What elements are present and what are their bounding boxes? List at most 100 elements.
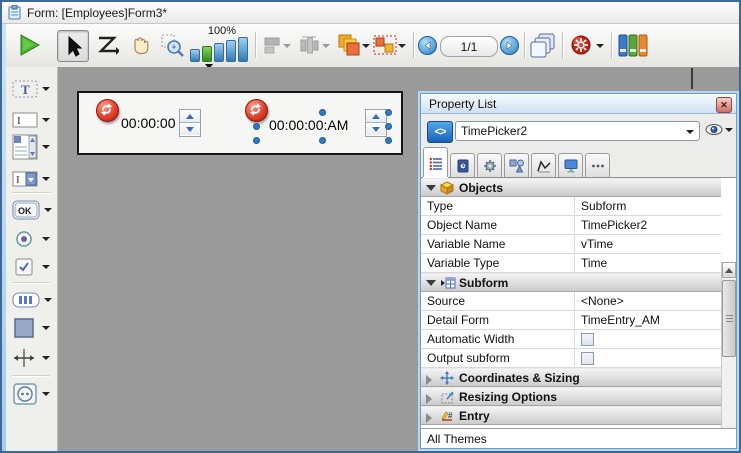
stepper-down-button[interactable]: [180, 123, 200, 135]
tool-plugin-area[interactable]: [12, 382, 56, 406]
property-row-automatic-width[interactable]: Automatic Width: [421, 330, 721, 349]
tool-check-box[interactable]: [12, 255, 56, 279]
selection-handle[interactable]: [253, 137, 260, 144]
zoom-bar-800[interactable]: [238, 37, 248, 62]
tool-button[interactable]: OK: [12, 198, 56, 222]
form-pages-button[interactable]: [528, 30, 558, 60]
tool-combo-box[interactable]: I: [12, 167, 56, 191]
selection-handle[interactable]: [319, 137, 326, 144]
property-value[interactable]: vTime: [581, 237, 613, 251]
previous-page-button[interactable]: [416, 30, 438, 60]
zoom-scale-widget[interactable]: 100%: [190, 27, 250, 65]
tab-events[interactable]: [531, 153, 556, 177]
automatic-width-checkbox[interactable]: [581, 333, 594, 346]
move-tool-button[interactable]: [125, 30, 155, 60]
form-area[interactable]: 00:00:00 00:00:00:AM: [77, 91, 403, 155]
expand-triangle-icon[interactable]: [426, 375, 432, 385]
tab-more[interactable]: [585, 153, 610, 177]
tool-static-text[interactable]: T: [12, 77, 56, 101]
collapse-triangle-icon[interactable]: [426, 185, 436, 191]
tab-book[interactable]: [450, 153, 475, 177]
tool-button-grid[interactable]: [12, 288, 56, 312]
tab-display[interactable]: [558, 153, 583, 177]
view-options-caret[interactable]: [725, 128, 733, 132]
expand-triangle-icon[interactable]: [426, 413, 432, 423]
scroll-up-button[interactable]: [722, 262, 736, 278]
group-dropdown-caret[interactable]: [398, 44, 406, 48]
entry-order-tool-button[interactable]: [92, 30, 122, 60]
property-row-object-name[interactable]: Object Name TimePicker2: [421, 216, 721, 235]
level-dropdown-caret[interactable]: [362, 44, 370, 48]
selection-handle[interactable]: [253, 123, 260, 130]
property-value[interactable]: Time: [581, 256, 607, 270]
tool-input[interactable]: I: [12, 108, 56, 132]
property-row-type[interactable]: Type Subform: [421, 197, 721, 216]
property-value[interactable]: Subform: [581, 199, 626, 213]
property-row-variable-type[interactable]: Variable Type Time: [421, 254, 721, 273]
page-counter-field[interactable]: 1/1: [440, 36, 498, 57]
tool-radio-button[interactable]: [12, 227, 56, 251]
tool-dropdown-caret[interactable]: [42, 145, 50, 149]
timepicker1-value[interactable]: 00:00:00: [121, 115, 176, 131]
timepicker2-stepper[interactable]: [365, 109, 387, 137]
library-button[interactable]: [615, 30, 651, 60]
timepicker1-stepper[interactable]: [179, 109, 201, 137]
property-row-source[interactable]: Source <None>: [421, 292, 721, 311]
property-value[interactable]: <None>: [581, 294, 624, 308]
zoom-bar-50[interactable]: [190, 49, 200, 62]
tab-objects[interactable]: [504, 153, 529, 177]
execute-form-button[interactable]: [14, 30, 44, 60]
zoom-bar-200[interactable]: [214, 43, 224, 62]
zoom-bar-400[interactable]: [226, 40, 236, 62]
property-scrollbar[interactable]: [721, 262, 736, 428]
object-navigate-button[interactable]: <>: [427, 121, 453, 143]
tool-dropdown-caret[interactable]: [42, 87, 50, 91]
section-header-objects[interactable]: Objects: [421, 178, 721, 197]
tool-list-box[interactable]: [12, 133, 56, 161]
collapse-triangle-icon[interactable]: [426, 280, 436, 286]
next-page-button[interactable]: [498, 30, 520, 60]
property-row-output-subform[interactable]: Output subform: [421, 349, 721, 368]
combo-dropdown-caret[interactable]: [686, 130, 694, 134]
tool-dropdown-caret[interactable]: [42, 356, 50, 360]
selection-handle[interactable]: [385, 123, 392, 130]
subform-badge-icon[interactable]: [96, 99, 119, 122]
selection-handle[interactable]: [385, 137, 392, 144]
tool-dropdown-caret[interactable]: [42, 392, 50, 396]
section-header-coordinates[interactable]: Coordinates & Sizing: [421, 368, 721, 387]
selection-handle[interactable]: [385, 109, 392, 116]
property-list-titlebar[interactable]: Property List ✕: [421, 94, 736, 114]
stepper-up-button[interactable]: [180, 110, 200, 123]
property-row-variable-name[interactable]: Variable Name vTime: [421, 235, 721, 254]
section-header-subform[interactable]: Subform: [421, 273, 721, 292]
selection-handle[interactable]: [319, 109, 326, 116]
tool-rectangle[interactable]: [12, 316, 56, 340]
timepicker2-value[interactable]: 00:00:00:AM: [269, 117, 348, 133]
tool-dropdown-caret[interactable]: [42, 237, 50, 241]
object-method-dropdown-caret[interactable]: [596, 44, 604, 48]
property-row-detail-form[interactable]: Detail Form TimeEntry_AM: [421, 311, 721, 330]
group-button[interactable]: [370, 30, 400, 60]
stepper-up-button[interactable]: [366, 110, 386, 123]
tool-dropdown-caret[interactable]: [42, 177, 50, 181]
theme-filter-bar[interactable]: All Themes: [421, 428, 736, 448]
tool-splitter[interactable]: [12, 346, 56, 370]
zoom-scale-bars[interactable]: [190, 37, 248, 62]
section-header-entry[interactable]: # Entry: [421, 406, 721, 425]
zoom-bar-100[interactable]: [202, 46, 212, 62]
output-subform-checkbox[interactable]: [581, 352, 594, 365]
property-value[interactable]: TimeEntry_AM: [581, 313, 660, 327]
tab-properties[interactable]: [423, 147, 448, 177]
tool-dropdown-caret[interactable]: [42, 265, 50, 269]
tool-dropdown-caret[interactable]: [42, 118, 50, 122]
view-options-button[interactable]: [705, 123, 733, 139]
level-button[interactable]: [333, 30, 363, 60]
object-method-button[interactable]: [566, 30, 596, 60]
tool-dropdown-caret[interactable]: [42, 326, 50, 330]
subform-badge-icon[interactable]: [245, 99, 268, 122]
tool-dropdown-caret[interactable]: [44, 208, 52, 212]
close-button[interactable]: ✕: [716, 97, 732, 113]
zoom-tool-button[interactable]: [157, 30, 187, 60]
stepper-down-button[interactable]: [366, 123, 386, 135]
tab-settings[interactable]: [477, 153, 502, 177]
